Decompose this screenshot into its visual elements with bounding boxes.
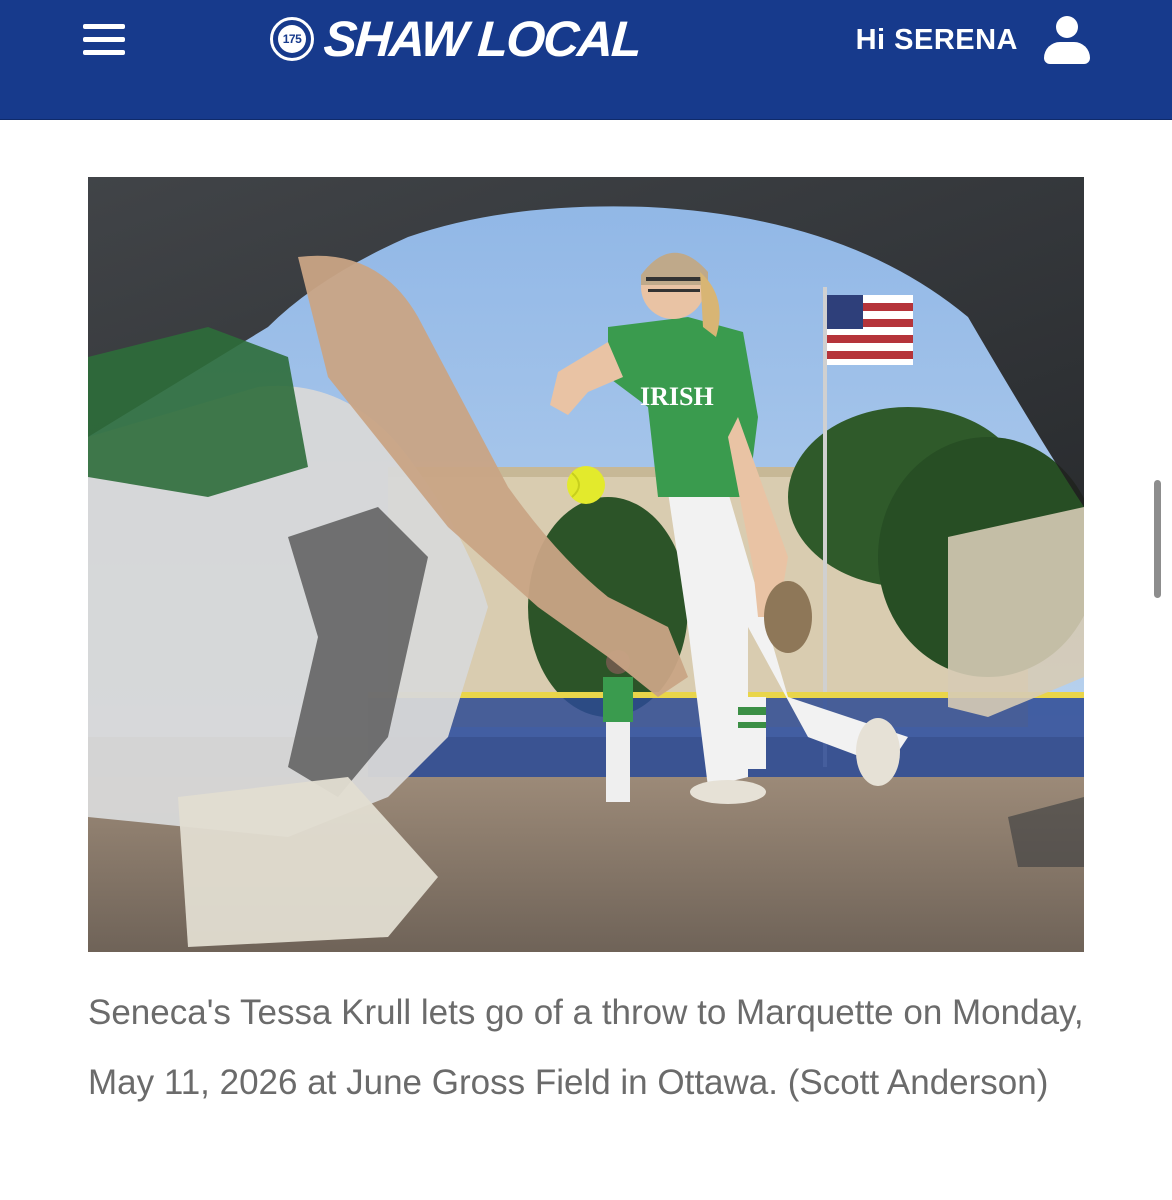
user-profile-icon[interactable] xyxy=(1042,14,1092,66)
page-scrollbar[interactable] xyxy=(1154,480,1161,598)
user-account-menu[interactable]: Hi SERENA xyxy=(856,12,1092,68)
softball-pitcher-photo: IRISH xyxy=(88,177,1084,952)
anniversary-badge-icon: 175 xyxy=(270,17,314,61)
article-photo: IRISH xyxy=(88,177,1084,952)
site-logo[interactable]: 175 SHAW LOCAL xyxy=(270,8,643,70)
top-navigation-bar: 175 SHAW LOCAL Hi SERENA xyxy=(0,0,1172,120)
photo-caption: Seneca's Tessa Krull lets go of a throw … xyxy=(88,993,1084,1102)
hamburger-menu-icon[interactable] xyxy=(83,20,127,60)
user-greeting: Hi SERENA xyxy=(855,23,1018,56)
anniversary-badge-number: 175 xyxy=(278,25,306,53)
jersey-lettering: IRISH xyxy=(640,382,714,411)
site-logo-text: SHAW LOCAL xyxy=(322,11,643,67)
